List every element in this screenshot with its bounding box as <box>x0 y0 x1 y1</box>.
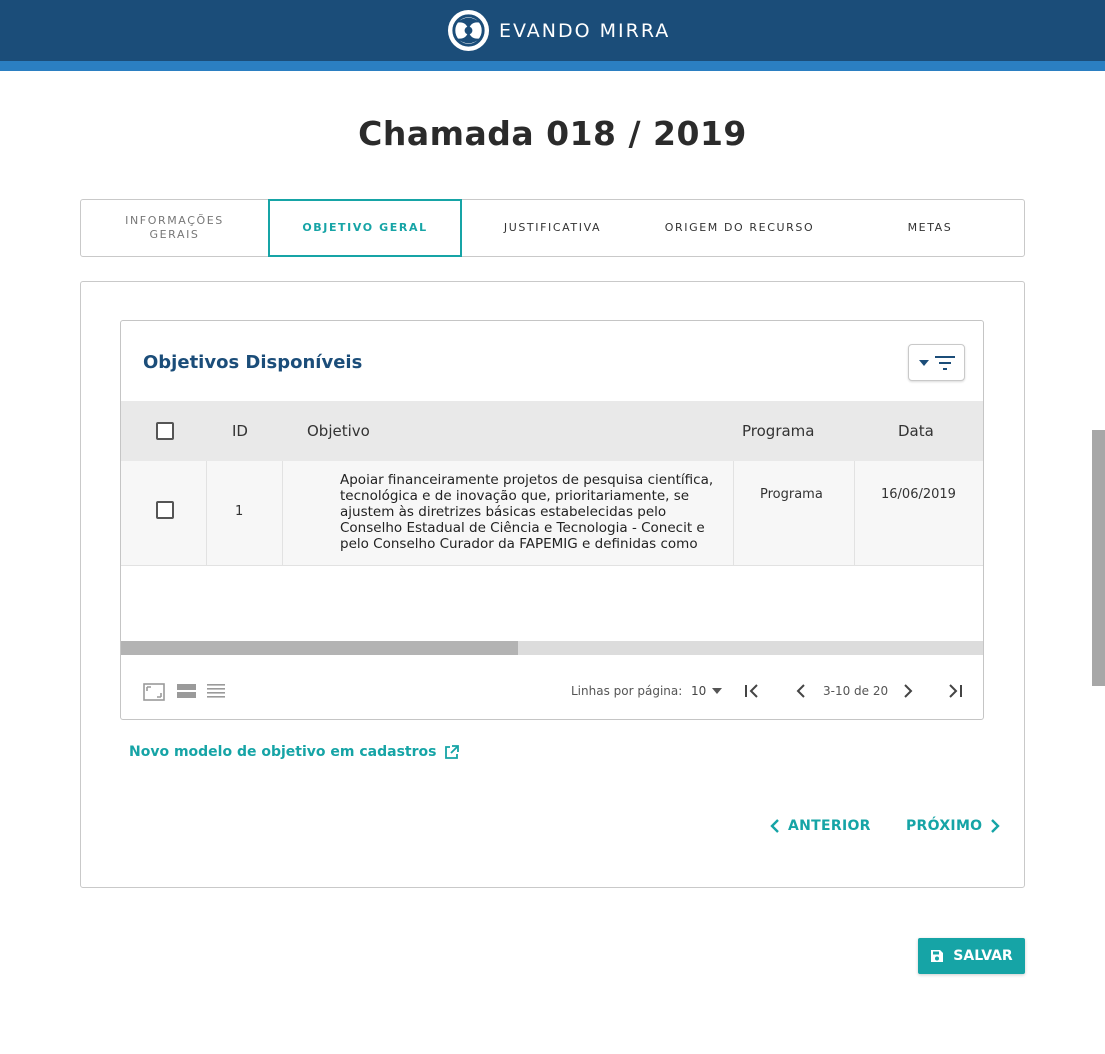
page-title: Chamada 018 / 2019 <box>358 114 747 153</box>
rows-per-page-label: Linhas por página: <box>571 684 683 698</box>
previous-label: ANTERIOR <box>788 818 871 834</box>
row-checkbox[interactable] <box>156 501 174 519</box>
chevron-left-icon <box>770 819 779 833</box>
cell-objetivo-text: Apoiar financeiramente projetos de pesqu… <box>340 472 714 552</box>
next-page-button[interactable] <box>898 681 918 701</box>
brand-name: EVANDO MIRRA <box>499 19 671 42</box>
rows-per-page-select[interactable]: 10 <box>691 684 723 698</box>
external-link-icon <box>445 744 460 759</box>
objectives-card: Objetivos Disponíveis ID Objetivo Progra… <box>120 320 984 720</box>
cell-id: 1 <box>207 461 283 566</box>
column-header-programa[interactable]: Programa <box>742 401 814 461</box>
save-icon <box>931 950 944 962</box>
chevron-down-icon <box>712 688 723 694</box>
cell-programa: Programa <box>734 461 855 566</box>
table-footer: Linhas por página: 10 3-10 de 20 <box>121 671 983 711</box>
table-row[interactable]: 1 Apoiar financeiramente projetos de pes… <box>121 461 983 566</box>
card-title: Objetivos Disponíveis <box>143 352 363 373</box>
tab-informacoes-gerais[interactable]: INFORMAÇÕES GERAIS <box>81 200 268 256</box>
new-objective-model-link[interactable]: Novo modelo de objetivo em cadastros <box>129 744 460 760</box>
horizontal-scrollbar[interactable] <box>121 641 983 655</box>
header-stripe <box>0 61 1105 71</box>
next-label: PRÓXIMO <box>906 818 983 834</box>
row-select-cell <box>121 461 207 566</box>
brand[interactable]: EVANDO MIRRA <box>447 9 670 52</box>
tab-origem-do-recurso[interactable]: ORIGEM DO RECURSO <box>643 200 836 256</box>
last-page-button[interactable] <box>945 681 965 701</box>
top-bar: EVANDO MIRRA <box>0 0 1105 61</box>
sort-down-icon <box>918 359 929 366</box>
brand-logo-icon <box>447 9 490 52</box>
vertical-scrollbar[interactable] <box>1092 430 1105 686</box>
cell-data-value: 16/06/2019 <box>881 487 956 502</box>
cell-id-value: 1 <box>235 504 244 519</box>
cell-objetivo: Apoiar financeiramente projetos de pesqu… <box>283 461 734 566</box>
chevron-right-icon <box>991 819 1001 833</box>
first-page-button[interactable] <box>742 681 762 701</box>
tab-objetivo-geral[interactable]: OBJETIVO GERAL <box>268 199 462 257</box>
save-button[interactable]: SALVAR <box>918 938 1025 974</box>
density-standard-icon[interactable] <box>177 683 196 699</box>
filter-icon <box>934 355 955 370</box>
column-header-objetivo[interactable]: Objetivo <box>307 401 370 461</box>
tab-justificativa[interactable]: JUSTIFICATIVA <box>462 200 643 256</box>
next-button[interactable]: PRÓXIMO <box>906 818 1001 834</box>
column-header-id[interactable]: ID <box>232 401 248 461</box>
tab-metas[interactable]: METAS <box>836 200 1024 256</box>
horizontal-scrollbar-thumb[interactable] <box>121 641 518 655</box>
rows-per-page-value: 10 <box>691 684 707 698</box>
first-page-icon <box>745 684 758 698</box>
prev-page-icon <box>796 684 805 698</box>
prev-page-button[interactable] <box>791 681 811 701</box>
last-page-icon <box>949 684 962 698</box>
select-all-checkbox[interactable] <box>156 422 174 440</box>
new-objective-model-label: Novo modelo de objetivo em cadastros <box>129 744 437 760</box>
filter-button[interactable] <box>908 344 965 381</box>
tab-bar: INFORMAÇÕES GERAIS OBJETIVO GERAL JUSTIF… <box>80 199 1025 257</box>
next-page-icon <box>904 684 913 698</box>
select-all-cell <box>156 401 174 461</box>
previous-button[interactable]: ANTERIOR <box>770 818 871 834</box>
cell-data: 16/06/2019 <box>855 461 983 566</box>
table-header: ID Objetivo Programa Data <box>121 401 983 461</box>
cell-programa-value: Programa <box>760 487 823 502</box>
save-label: SALVAR <box>953 948 1013 964</box>
density-comfortable-icon[interactable] <box>143 683 165 701</box>
density-compact-icon[interactable] <box>207 683 225 699</box>
page-range: 3-10 de 20 <box>823 684 889 698</box>
column-header-data[interactable]: Data <box>898 401 934 461</box>
